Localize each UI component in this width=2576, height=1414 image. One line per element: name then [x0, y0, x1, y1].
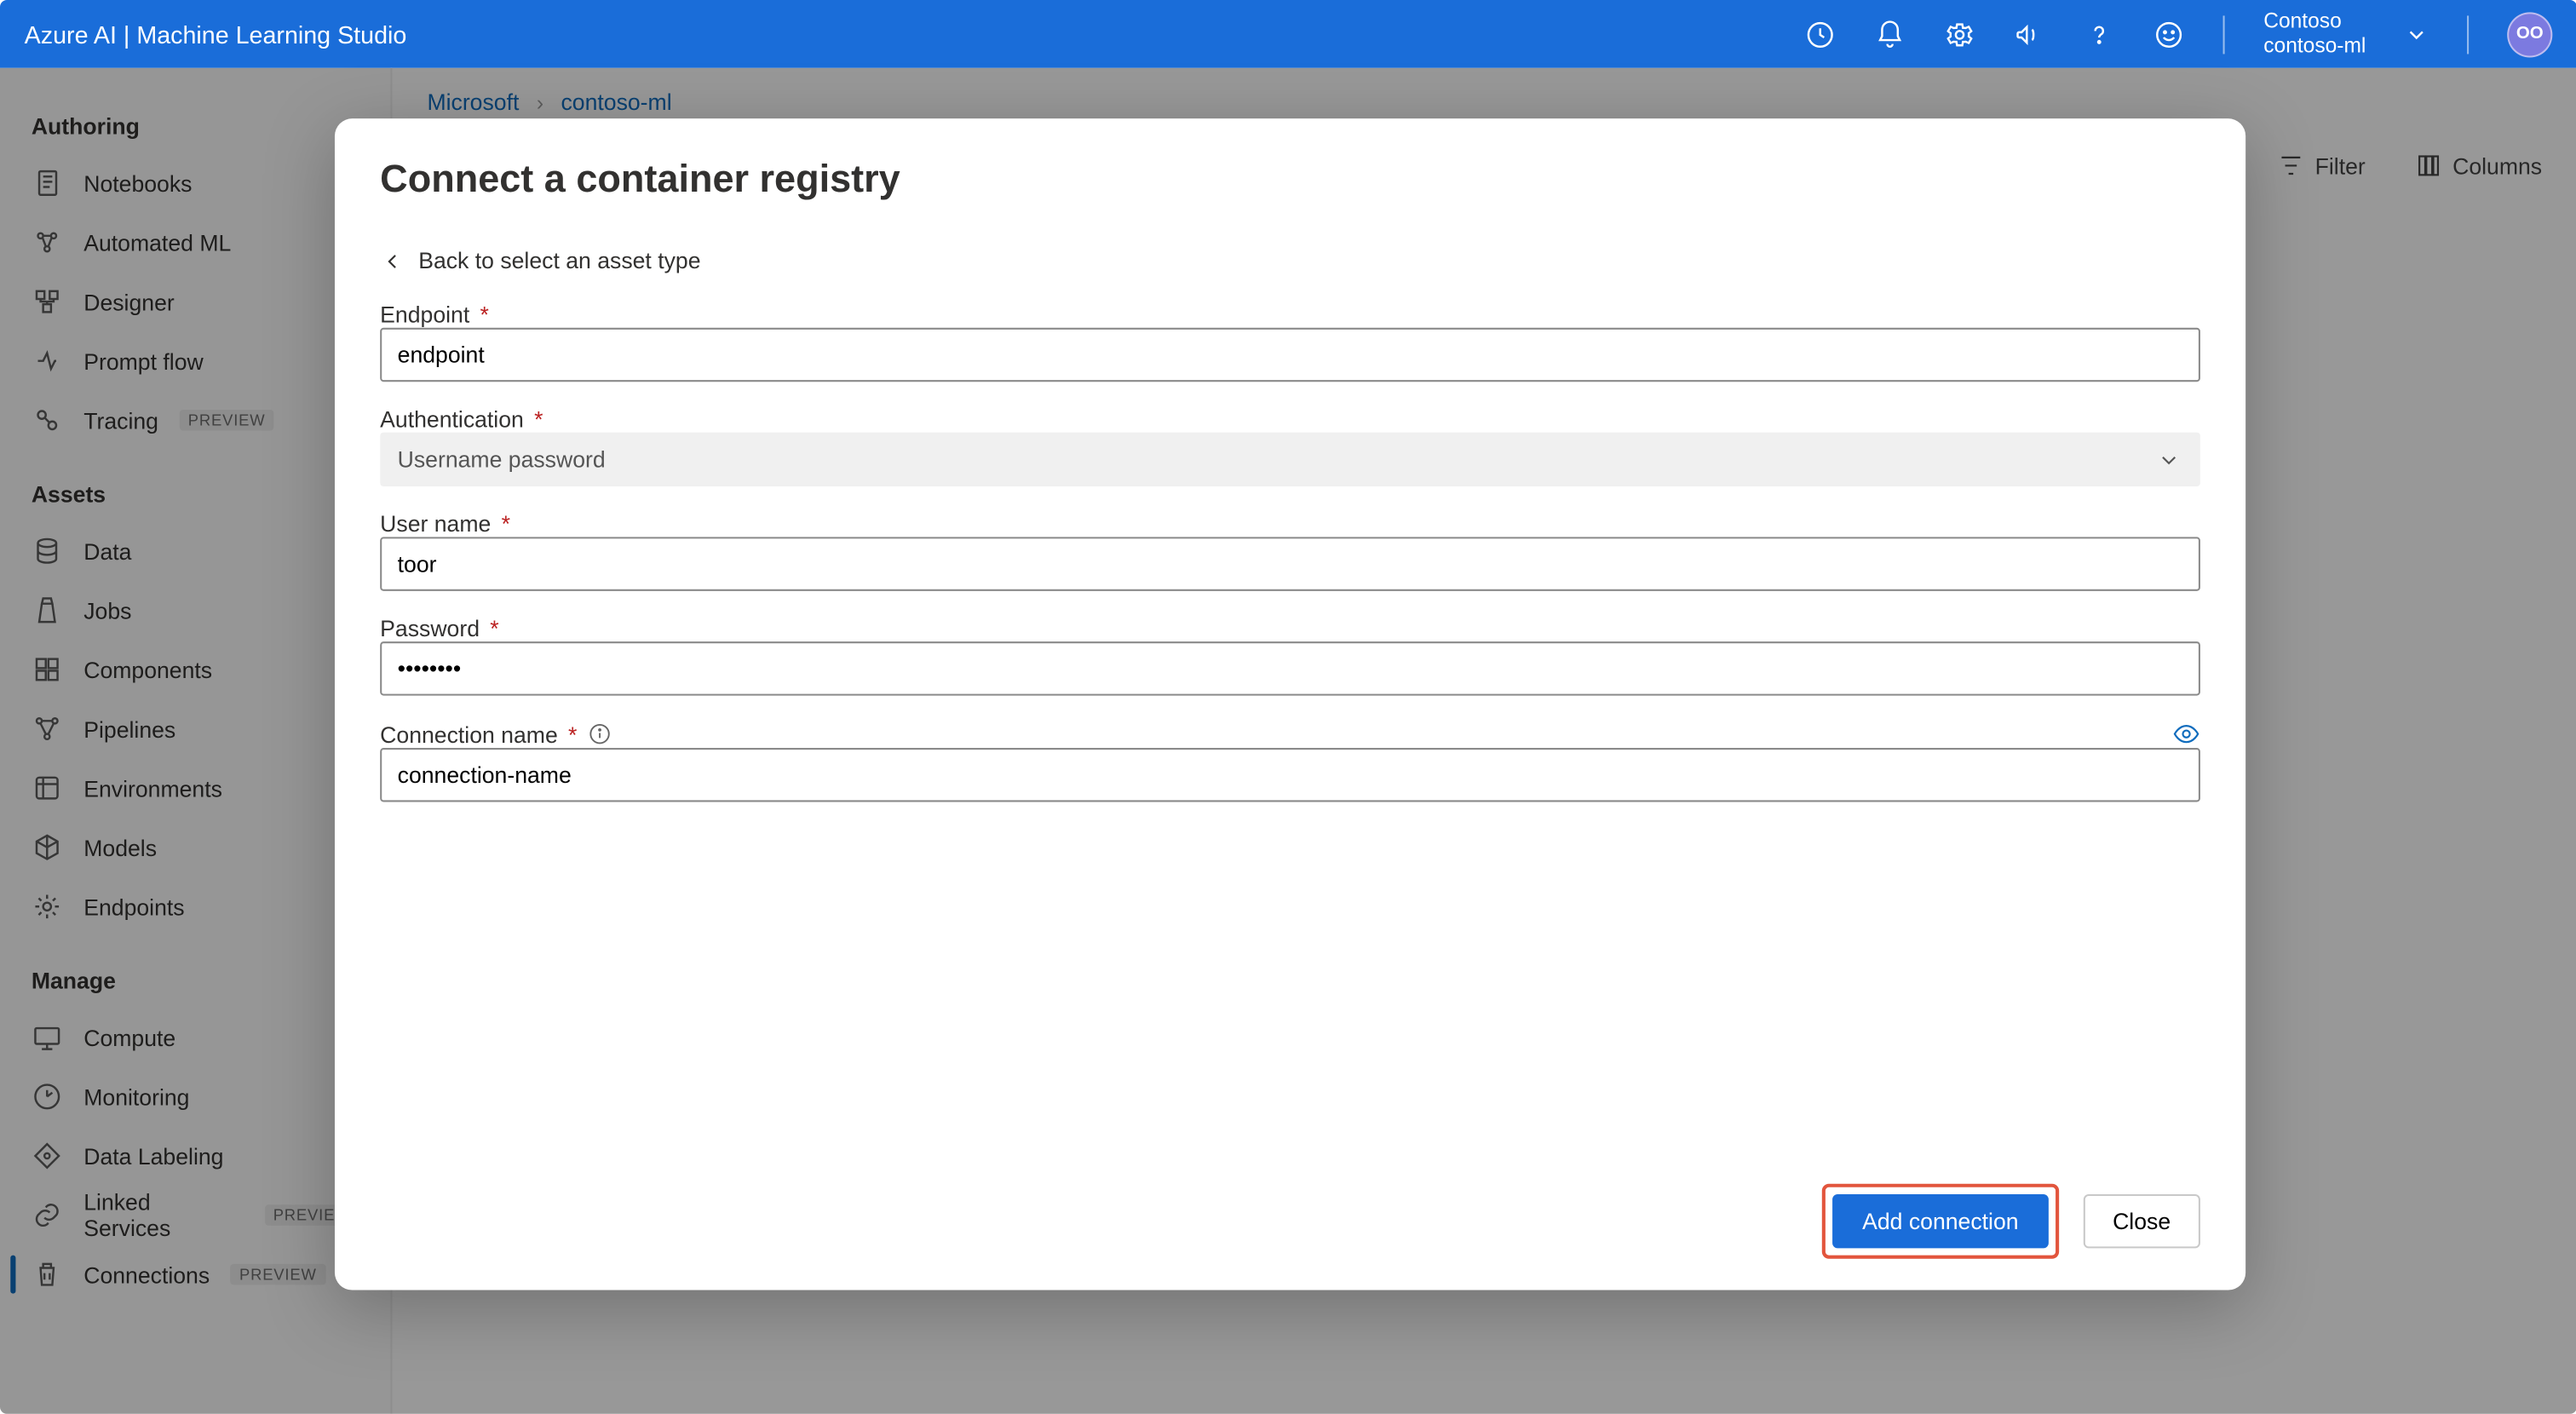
top-divider-2 [2467, 14, 2469, 53]
info-icon[interactable] [588, 721, 612, 746]
avatar[interactable]: OO [2507, 11, 2552, 56]
back-label: Back to select an asset type [418, 248, 700, 274]
connection-name-label: Connection name* [380, 721, 612, 747]
add-connection-button[interactable]: Add connection [1832, 1194, 2048, 1248]
callout-highlight: Add connection [1822, 1184, 2059, 1259]
smile-icon[interactable] [2153, 18, 2185, 49]
workspace-name: contoso-ml [2263, 34, 2366, 57]
endpoint-label: Endpoint* [380, 302, 2200, 328]
workspace-switcher[interactable]: Contoso contoso-ml [2263, 11, 2366, 57]
clock-icon[interactable] [1805, 18, 1837, 49]
auth-select[interactable]: Username password [380, 433, 2200, 486]
connection-name-input[interactable] [380, 748, 2200, 802]
username-label: User name* [380, 511, 2200, 537]
password-label: Password* [380, 615, 2200, 641]
help-icon[interactable] [2084, 18, 2115, 49]
endpoint-input[interactable] [380, 328, 2200, 382]
eye-icon[interactable] [2172, 720, 2200, 748]
auth-label: Authentication* [380, 406, 2200, 433]
top-banner: Azure AI | Machine Learning Studio [0, 0, 2576, 68]
modal-title: Connect a container registry [380, 157, 2200, 202]
auth-value: Username password [398, 446, 606, 473]
chevron-down-icon[interactable] [2404, 22, 2429, 47]
megaphone-icon[interactable] [2015, 18, 2046, 49]
bell-icon[interactable] [1875, 18, 1906, 49]
chevron-down-icon [2157, 447, 2182, 472]
back-link[interactable]: Back to select an asset type [380, 248, 2200, 274]
org-name: Contoso [2263, 11, 2366, 34]
close-button[interactable]: Close [2083, 1194, 2200, 1248]
password-input[interactable] [380, 641, 2200, 695]
connect-registry-modal: Connect a container registry Back to sel… [335, 118, 2245, 1290]
arrow-left-icon [380, 249, 405, 273]
app-title: Azure AI | Machine Learning Studio [25, 20, 407, 49]
gear-icon[interactable] [1945, 18, 1976, 49]
top-divider [2223, 14, 2225, 53]
username-input[interactable] [380, 537, 2200, 590]
